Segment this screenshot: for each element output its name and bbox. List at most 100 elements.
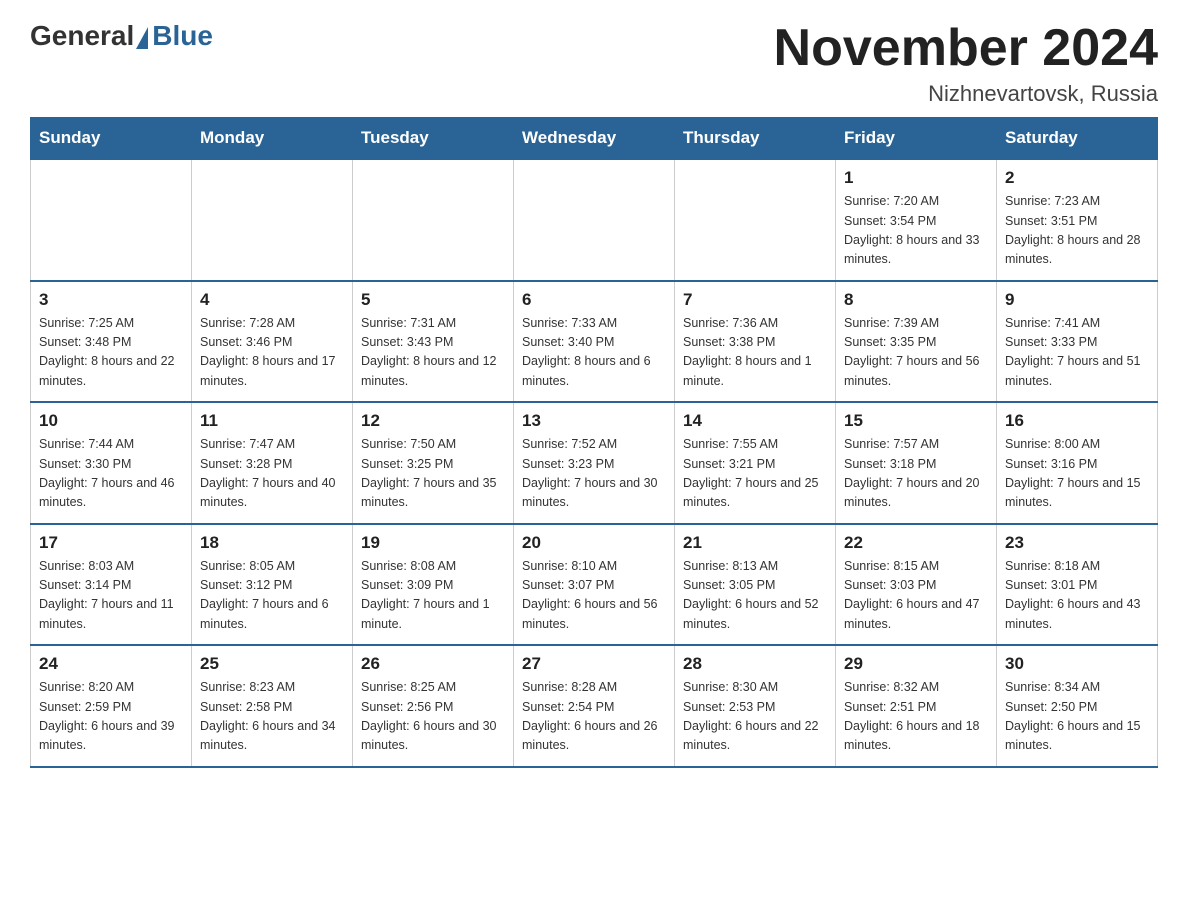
- calendar-cell: 11 Sunrise: 7:47 AMSunset: 3:28 PMDayligh…: [192, 402, 353, 524]
- calendar-week-row: 10 Sunrise: 7:44 AMSunset: 3:30 PMDayligh…: [31, 402, 1158, 524]
- weekday-header-sunday: Sunday: [31, 118, 192, 160]
- day-info: Sunrise: 7:39 AMSunset: 3:35 PMDaylight:…: [844, 314, 988, 392]
- day-info: Sunrise: 8:23 AMSunset: 2:58 PMDaylight:…: [200, 678, 344, 756]
- day-number: 30: [1005, 654, 1149, 674]
- day-info: Sunrise: 8:28 AMSunset: 2:54 PMDaylight:…: [522, 678, 666, 756]
- logo: General Blue: [30, 20, 213, 52]
- calendar-cell: 12Sunrise: 7:50 AMSunset: 3:25 PMDayligh…: [353, 402, 514, 524]
- calendar-week-row: 17Sunrise: 8:03 AMSunset: 3:14 PMDayligh…: [31, 524, 1158, 646]
- calendar-cell: 19Sunrise: 8:08 AMSunset: 3:09 PMDayligh…: [353, 524, 514, 646]
- day-number: 25: [200, 654, 344, 674]
- day-number: 27: [522, 654, 666, 674]
- day-info: Sunrise: 8:15 AMSunset: 3:03 PMDaylight:…: [844, 557, 988, 635]
- calendar-cell: 24 Sunrise: 8:20 AMSunset: 2:59 PMDayligh…: [31, 645, 192, 767]
- calendar-cell: [353, 159, 514, 281]
- calendar-header-row: SundayMondayTuesdayWednesdayThursdayFrid…: [31, 118, 1158, 160]
- day-number: 26: [361, 654, 505, 674]
- day-info: Sunrise: 7:50 AMSunset: 3:25 PMDaylight:…: [361, 435, 505, 513]
- calendar-cell: 22 Sunrise: 8:15 AMSunset: 3:03 PMDayligh…: [836, 524, 997, 646]
- day-info: Sunrise: 7:52 AMSunset: 3:23 PMDaylight:…: [522, 435, 666, 513]
- day-number: 14: [683, 411, 827, 431]
- calendar-cell: [31, 159, 192, 281]
- day-info: Sunrise: 7:41 AMSunset: 3:33 PMDaylight:…: [1005, 314, 1149, 392]
- day-number: 11: [200, 411, 344, 431]
- day-number: 23: [1005, 533, 1149, 553]
- calendar-cell: 27 Sunrise: 8:28 AMSunset: 2:54 PMDayligh…: [514, 645, 675, 767]
- day-number: 3: [39, 290, 183, 310]
- calendar-cell: 29Sunrise: 8:32 AMSunset: 2:51 PMDayligh…: [836, 645, 997, 767]
- day-info: Sunrise: 7:20 AMSunset: 3:54 PMDaylight:…: [844, 192, 988, 270]
- calendar-cell: [192, 159, 353, 281]
- calendar-cell: 16Sunrise: 8:00 AMSunset: 3:16 PMDayligh…: [997, 402, 1158, 524]
- calendar-week-row: 24 Sunrise: 8:20 AMSunset: 2:59 PMDayligh…: [31, 645, 1158, 767]
- day-info: Sunrise: 8:30 AMSunset: 2:53 PMDaylight:…: [683, 678, 827, 756]
- calendar-cell: 3 Sunrise: 7:25 AMSunset: 3:48 PMDaylight…: [31, 281, 192, 403]
- logo-general-text: General: [30, 20, 134, 52]
- day-info: Sunrise: 8:00 AMSunset: 3:16 PMDaylight:…: [1005, 435, 1149, 513]
- day-number: 8: [844, 290, 988, 310]
- day-info: Sunrise: 8:10 AMSunset: 3:07 PMDaylight:…: [522, 557, 666, 635]
- day-number: 4: [200, 290, 344, 310]
- day-info: Sunrise: 7:28 AMSunset: 3:46 PMDaylight:…: [200, 314, 344, 392]
- day-info: Sunrise: 7:23 AMSunset: 3:51 PMDaylight:…: [1005, 192, 1149, 270]
- day-number: 6: [522, 290, 666, 310]
- calendar-cell: 17Sunrise: 8:03 AMSunset: 3:14 PMDayligh…: [31, 524, 192, 646]
- day-number: 19: [361, 533, 505, 553]
- calendar-cell: 13 Sunrise: 7:52 AMSunset: 3:23 PMDayligh…: [514, 402, 675, 524]
- day-info: Sunrise: 7:47 AMSunset: 3:28 PMDaylight:…: [200, 435, 344, 513]
- day-info: Sunrise: 7:57 AMSunset: 3:18 PMDaylight:…: [844, 435, 988, 513]
- day-number: 7: [683, 290, 827, 310]
- calendar-cell: [675, 159, 836, 281]
- page-header: General Blue November 2024 Nizhnevartovs…: [30, 20, 1158, 107]
- day-number: 9: [1005, 290, 1149, 310]
- day-info: Sunrise: 7:55 AMSunset: 3:21 PMDaylight:…: [683, 435, 827, 513]
- calendar-cell: 1 Sunrise: 7:20 AMSunset: 3:54 PMDaylight…: [836, 159, 997, 281]
- day-info: Sunrise: 8:34 AMSunset: 2:50 PMDaylight:…: [1005, 678, 1149, 756]
- day-number: 5: [361, 290, 505, 310]
- day-number: 21: [683, 533, 827, 553]
- calendar-cell: 2 Sunrise: 7:23 AMSunset: 3:51 PMDaylight…: [997, 159, 1158, 281]
- day-number: 13: [522, 411, 666, 431]
- day-info: Sunrise: 7:36 AMSunset: 3:38 PMDaylight:…: [683, 314, 827, 392]
- calendar-cell: 30 Sunrise: 8:34 AMSunset: 2:50 PMDayligh…: [997, 645, 1158, 767]
- day-info: Sunrise: 7:44 AMSunset: 3:30 PMDaylight:…: [39, 435, 183, 513]
- day-number: 20: [522, 533, 666, 553]
- day-number: 2: [1005, 168, 1149, 188]
- calendar-cell: [514, 159, 675, 281]
- logo-blue-text: Blue: [152, 20, 213, 52]
- day-number: 15: [844, 411, 988, 431]
- month-title: November 2024: [774, 20, 1158, 77]
- weekday-header-thursday: Thursday: [675, 118, 836, 160]
- calendar-cell: 8 Sunrise: 7:39 AMSunset: 3:35 PMDaylight…: [836, 281, 997, 403]
- weekday-header-monday: Monday: [192, 118, 353, 160]
- calendar-cell: 21 Sunrise: 8:13 AMSunset: 3:05 PMDayligh…: [675, 524, 836, 646]
- calendar-table: SundayMondayTuesdayWednesdayThursdayFrid…: [30, 117, 1158, 768]
- calendar-week-row: 3 Sunrise: 7:25 AMSunset: 3:48 PMDaylight…: [31, 281, 1158, 403]
- day-info: Sunrise: 8:20 AMSunset: 2:59 PMDaylight:…: [39, 678, 183, 756]
- calendar-cell: 20 Sunrise: 8:10 AMSunset: 3:07 PMDayligh…: [514, 524, 675, 646]
- calendar-cell: 4 Sunrise: 7:28 AMSunset: 3:46 PMDaylight…: [192, 281, 353, 403]
- day-info: Sunrise: 8:13 AMSunset: 3:05 PMDaylight:…: [683, 557, 827, 635]
- location-title: Nizhnevartovsk, Russia: [774, 81, 1158, 107]
- calendar-cell: 6 Sunrise: 7:33 AMSunset: 3:40 PMDaylight…: [514, 281, 675, 403]
- calendar-week-row: 1 Sunrise: 7:20 AMSunset: 3:54 PMDaylight…: [31, 159, 1158, 281]
- calendar-cell: 25 Sunrise: 8:23 AMSunset: 2:58 PMDayligh…: [192, 645, 353, 767]
- day-info: Sunrise: 8:18 AMSunset: 3:01 PMDaylight:…: [1005, 557, 1149, 635]
- day-number: 24: [39, 654, 183, 674]
- day-number: 28: [683, 654, 827, 674]
- calendar-cell: 9 Sunrise: 7:41 AMSunset: 3:33 PMDaylight…: [997, 281, 1158, 403]
- day-info: Sunrise: 8:05 AMSunset: 3:12 PMDaylight:…: [200, 557, 344, 635]
- calendar-cell: 18Sunrise: 8:05 AMSunset: 3:12 PMDayligh…: [192, 524, 353, 646]
- day-number: 22: [844, 533, 988, 553]
- calendar-cell: 7 Sunrise: 7:36 AMSunset: 3:38 PMDaylight…: [675, 281, 836, 403]
- day-info: Sunrise: 8:32 AMSunset: 2:51 PMDaylight:…: [844, 678, 988, 756]
- day-info: Sunrise: 7:33 AMSunset: 3:40 PMDaylight:…: [522, 314, 666, 392]
- day-number: 1: [844, 168, 988, 188]
- day-info: Sunrise: 7:25 AMSunset: 3:48 PMDaylight:…: [39, 314, 183, 392]
- weekday-header-tuesday: Tuesday: [353, 118, 514, 160]
- day-number: 10: [39, 411, 183, 431]
- calendar-cell: 14 Sunrise: 7:55 AMSunset: 3:21 PMDayligh…: [675, 402, 836, 524]
- calendar-cell: 28 Sunrise: 8:30 AMSunset: 2:53 PMDayligh…: [675, 645, 836, 767]
- calendar-cell: 15 Sunrise: 7:57 AMSunset: 3:18 PMDayligh…: [836, 402, 997, 524]
- calendar-cell: 23 Sunrise: 8:18 AMSunset: 3:01 PMDayligh…: [997, 524, 1158, 646]
